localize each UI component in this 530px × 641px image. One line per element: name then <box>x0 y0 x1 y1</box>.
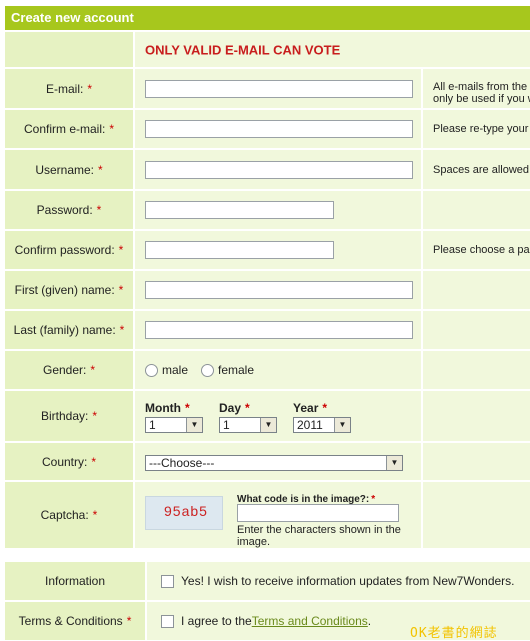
gender-hint-cell <box>423 351 530 389</box>
first-name-label: First (given) name: * <box>5 271 133 309</box>
information-label: Information <box>5 562 145 600</box>
notice-row: ONLY VALID E-MAIL CAN VOTE <box>5 32 530 67</box>
confirm-password-control-cell <box>135 231 421 269</box>
birthday-hint-cell <box>423 391 530 441</box>
password-row: Password: * <box>5 191 530 229</box>
first-name-row: First (given) name: * <box>5 271 530 309</box>
year-select[interactable]: 2011 ▼ <box>293 417 351 433</box>
information-option[interactable]: Yes! I wish to receive information updat… <box>161 574 515 588</box>
information-checkbox[interactable] <box>161 574 174 588</box>
vote-notice: ONLY VALID E-MAIL CAN VOTE <box>145 42 341 57</box>
captcha-control-cell: 95ab5 What code is in the image?: * Enter… <box>135 482 421 548</box>
male-radio[interactable] <box>145 363 158 377</box>
confirm-password-row: Confirm password: * Please choose a pas <box>5 231 530 269</box>
birthday-label: Birthday: * <box>5 391 133 441</box>
confirm-email-control-cell <box>135 110 421 148</box>
last-name-input[interactable] <box>145 321 413 339</box>
female-radio[interactable] <box>201 363 214 377</box>
terms-option[interactable]: I agree to the Terms and Conditions. <box>161 614 371 628</box>
email-input[interactable] <box>145 79 413 98</box>
month-label: Month * <box>145 401 190 415</box>
terms-text-before: I agree to the <box>181 614 252 628</box>
captcha-help: Enter the characters shown in the image. <box>237 524 401 548</box>
last-name-row: Last (family) name: * <box>5 311 530 349</box>
first-name-control-cell <box>135 271 421 309</box>
username-input[interactable] <box>145 160 413 179</box>
captcha-hint-cell <box>423 482 530 548</box>
country-label: Country: * <box>5 443 133 480</box>
chevron-down-icon[interactable]: ▼ <box>186 418 202 432</box>
gender-label: Gender: * <box>5 351 133 389</box>
year-group: Year * 2011 ▼ <box>293 401 351 433</box>
confirm-password-label: Confirm password: * <box>5 231 133 269</box>
email-hint-cell: All e-mails from the s only be used if y… <box>423 69 530 108</box>
email-label: E-mail: * <box>5 69 133 108</box>
watermark-text: OK老書的網誌 <box>410 626 498 641</box>
email-control-cell <box>135 69 421 108</box>
confirm-password-input[interactable] <box>145 241 334 259</box>
notice-cell: ONLY VALID E-MAIL CAN VOTE <box>135 32 530 67</box>
country-select[interactable]: ---Choose--- ▼ <box>145 455 403 471</box>
username-hint: Spaces are allowed; <box>433 163 530 176</box>
password-input[interactable] <box>145 201 334 219</box>
email-hint-2: only be used if you w <box>433 93 530 105</box>
password-hint-cell <box>423 191 530 229</box>
chevron-down-icon[interactable]: ▼ <box>334 418 350 432</box>
username-control-cell <box>135 150 421 189</box>
captcha-image: 95ab5 <box>145 496 223 530</box>
chevron-down-icon[interactable]: ▼ <box>260 418 276 432</box>
information-control-cell: Yes! I wish to receive information updat… <box>147 562 530 600</box>
information-text: Yes! I wish to receive information updat… <box>181 574 515 588</box>
last-name-hint-cell <box>423 311 530 349</box>
notice-row-label-cell <box>5 32 133 67</box>
first-name-input[interactable] <box>145 281 413 299</box>
female-label: female <box>218 363 255 377</box>
day-label: Day * <box>219 401 250 415</box>
country-row: Country: * ---Choose--- ▼ <box>5 443 530 480</box>
gender-male-option[interactable]: male <box>145 363 188 377</box>
first-name-hint-cell <box>423 271 530 309</box>
last-name-label: Last (family) name: * <box>5 311 133 349</box>
captcha-row: Captcha: * 95ab5 What code is in the imag… <box>5 482 530 548</box>
month-select[interactable]: 1 ▼ <box>145 417 203 433</box>
gender-row: Gender: * male female <box>5 351 530 389</box>
country-control-cell: ---Choose--- ▼ <box>135 443 421 480</box>
confirm-password-hint-cell: Please choose a pas <box>423 231 530 269</box>
terms-text-after: . <box>367 614 372 628</box>
captcha-label: Captcha: * <box>5 482 133 548</box>
username-hint-cell: Spaces are allowed; <box>423 150 530 189</box>
password-label: Password: * <box>5 191 133 229</box>
year-label: Year * <box>293 401 328 415</box>
confirm-email-hint: Please re-type your <box>433 123 529 135</box>
gender-control-cell: male female <box>135 351 421 389</box>
confirm-email-input[interactable] <box>145 120 413 138</box>
chevron-down-icon[interactable]: ▼ <box>386 456 402 470</box>
terms-link[interactable]: Terms and Conditions <box>252 614 368 628</box>
terms-checkbox[interactable] <box>161 614 174 628</box>
form-header: Create new account <box>5 6 530 30</box>
username-label: Username: * <box>5 150 133 189</box>
confirm-email-label: Confirm e-mail: * <box>5 110 133 148</box>
username-row: Username: * Spaces are allowed; <box>5 150 530 189</box>
month-group: Month * 1 ▼ <box>145 401 203 433</box>
terms-label: Terms & Conditions * <box>5 602 145 640</box>
email-row: E-mail: * All e-mails from the s only be … <box>5 69 530 108</box>
male-label: male <box>162 363 189 377</box>
information-row: Information Yes! I wish to receive infor… <box>5 562 530 600</box>
birthday-row: Birthday: * Month * 1 ▼ Day * 1 ▼ Year * 201… <box>5 391 530 441</box>
confirm-email-row: Confirm e-mail: * Please re-type your <box>5 110 530 148</box>
last-name-control-cell <box>135 311 421 349</box>
country-hint-cell <box>423 443 530 480</box>
confirm-password-hint: Please choose a pas <box>433 244 530 256</box>
birthday-control-cell: Month * 1 ▼ Day * 1 ▼ Year * 2011 ▼ <box>135 391 421 441</box>
email-hint: All e-mails from the s <box>433 81 530 93</box>
gender-female-option[interactable]: female <box>201 363 254 377</box>
day-select[interactable]: 1 ▼ <box>219 417 277 433</box>
confirm-email-hint-cell: Please re-type your <box>423 110 530 148</box>
captcha-input[interactable] <box>237 504 399 522</box>
password-control-cell <box>135 191 421 229</box>
day-group: Day * 1 ▼ <box>219 401 277 433</box>
